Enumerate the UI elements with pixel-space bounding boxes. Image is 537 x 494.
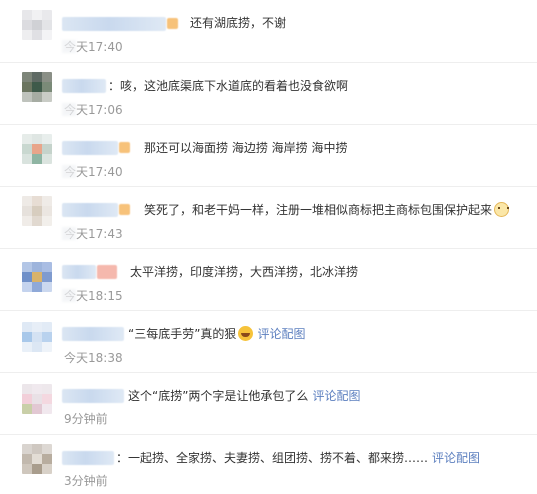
comment-text: “三每底手劳”真的狠 评论配图 (128, 326, 306, 341)
username[interactable] (62, 265, 96, 279)
avatar[interactable] (22, 384, 52, 414)
comment-item: “三每底手劳”真的狠 评论配图 今天18:38 (0, 310, 537, 373)
comment-item: 太平洋捞，印度洋捞，大西洋捞，北冰洋捞 今天18:15 (0, 248, 537, 311)
comment-item: 这个“底捞”两个字是让他承包了么 评论配图 9分钟前 (0, 372, 537, 435)
username[interactable] (62, 327, 124, 341)
avatar[interactable] (22, 196, 52, 226)
avatar[interactable] (22, 262, 52, 292)
comment-text: 那还可以海面捞 海边捞 海岸捞 海中捞 (144, 141, 348, 155)
comment-text: 还有湖底捞，不谢 (190, 16, 287, 30)
username[interactable] (62, 389, 124, 403)
comment-item: ：咳，这池底渠底下水道底的看着也没食欲啊 今天17:06 (0, 62, 537, 125)
comment-text: 这个“底捞”两个字是让他承包了么 评论配图 (128, 389, 361, 403)
comment-image-link[interactable]: 评论配图 (257, 327, 305, 341)
comment-text: 笑死了，和老干妈一样，注册一堆相似商标把主商标包围保护起来 (144, 202, 510, 218)
comment-item: 还有湖底捞，不谢 今天17:40 (0, 0, 537, 63)
comment-image-link[interactable]: 评论配图 (312, 389, 360, 403)
avatar[interactable] (22, 134, 52, 164)
avatar[interactable] (22, 322, 52, 352)
username[interactable] (62, 79, 106, 93)
comment-time: 9分钟前 (64, 412, 108, 426)
comment-item: ：一起捞、全家捞、夫妻捞、组团捞、捞不着、都来捞…… 评论配图 3分钟前 (0, 434, 537, 494)
username[interactable] (62, 17, 166, 31)
cat-icon (494, 202, 510, 217)
comment-text: ：咳，这池底渠底下水道底的看着也没食欲啊 (108, 79, 349, 93)
user-badge-icon (119, 142, 130, 153)
comment-text: 太平洋捞，印度洋捞，大西洋捞，北冰洋捞 (130, 265, 359, 279)
username[interactable] (62, 141, 118, 155)
user-badge-icon (167, 18, 178, 29)
comment-time: 3分钟前 (64, 474, 108, 488)
comment-item: 笑死了，和老干妈一样，注册一堆相似商标把主商标包围保护起来 今天17:43 (0, 186, 537, 249)
comment-time: 今天18:38 (64, 351, 123, 365)
comment-item: 那还可以海面捞 海边捞 海岸捞 海中捞 今天17:40 (0, 124, 537, 187)
user-badge-icon (97, 265, 117, 279)
username[interactable] (62, 203, 118, 217)
avatar[interactable] (22, 444, 52, 474)
laugh-icon (238, 326, 254, 341)
avatar[interactable] (22, 10, 52, 40)
user-badge-icon (119, 204, 130, 215)
avatar[interactable] (22, 72, 52, 102)
comment-image-link[interactable]: 评论配图 (432, 451, 480, 465)
username[interactable] (62, 451, 114, 465)
comment-text: ：一起捞、全家捞、夫妻捞、组团捞、捞不着、都来捞…… 评论配图 (116, 451, 481, 465)
